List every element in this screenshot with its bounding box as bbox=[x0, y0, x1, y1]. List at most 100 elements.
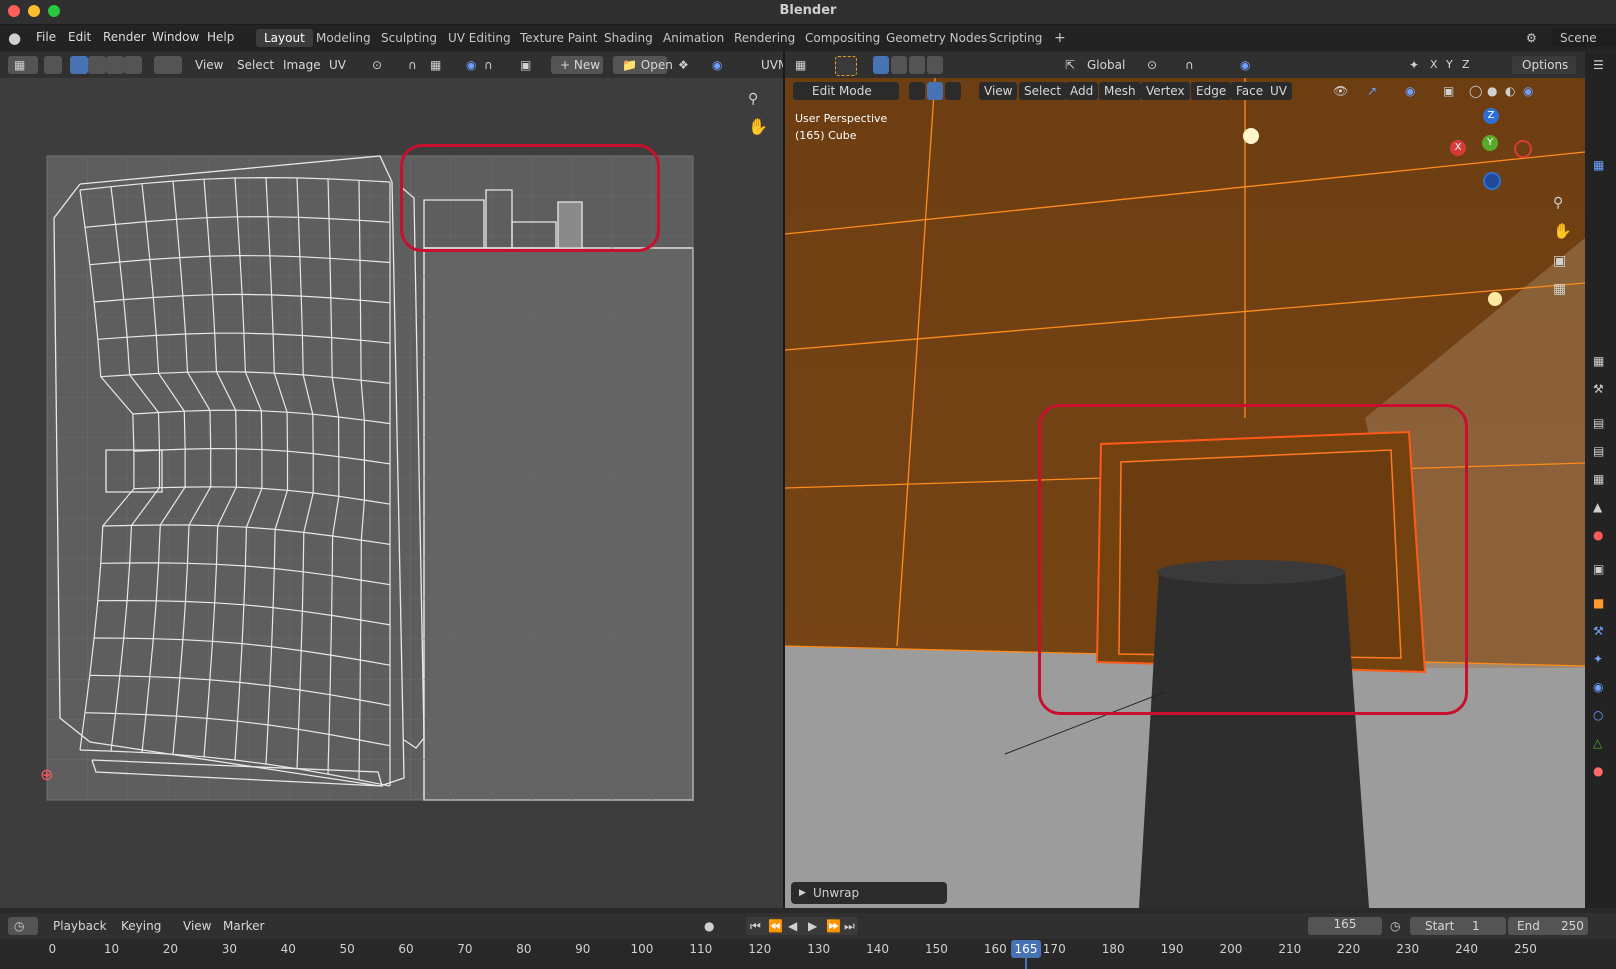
tab-scripting[interactable]: Scripting bbox=[981, 29, 1050, 47]
pan-view-icon[interactable]: ✋ bbox=[1553, 222, 1572, 240]
menu-window[interactable]: Window bbox=[152, 30, 199, 44]
vp-menu-edge[interactable]: Edge bbox=[1191, 82, 1232, 100]
auto-keying-icon[interactable]: ● bbox=[704, 917, 714, 935]
playhead-frame-indicator[interactable]: 165 bbox=[1011, 940, 1041, 958]
camera-view-icon[interactable]: ▣ bbox=[1553, 252, 1566, 270]
object-tab-icon[interactable]: ■ bbox=[1593, 594, 1604, 612]
uv-menu-view[interactable]: View bbox=[190, 56, 228, 74]
particles-tab-icon[interactable]: ✦ bbox=[1593, 650, 1603, 668]
select-mode-new[interactable] bbox=[873, 56, 889, 74]
falloff-icon[interactable]: ∩ bbox=[484, 56, 493, 74]
add-workspace-button[interactable]: + bbox=[1046, 29, 1074, 47]
pan-hand-icon[interactable]: ✋ bbox=[748, 118, 768, 136]
scene-tab-icon[interactable]: ▲ bbox=[1593, 498, 1602, 516]
preview-range-icon[interactable]: ◷ bbox=[1390, 917, 1400, 935]
outliner-filter-icon[interactable]: ▦ bbox=[1593, 156, 1604, 174]
orientation-dropdown[interactable]: Global bbox=[1082, 56, 1130, 74]
vp-menu-vertex[interactable]: Vertex bbox=[1141, 82, 1190, 100]
prev-keyframe-icon[interactable]: ⏪ bbox=[768, 917, 783, 935]
uv-menu-select[interactable]: Select bbox=[232, 56, 279, 74]
timeline-menu-playback[interactable]: Playback bbox=[48, 917, 112, 935]
viewport-type-icon[interactable]: ▦ bbox=[795, 56, 806, 74]
mirror-x-toggle[interactable]: X bbox=[1425, 56, 1443, 74]
vertex-mode-button[interactable] bbox=[909, 82, 925, 100]
panel-expand-icon[interactable]: ▶ bbox=[799, 884, 806, 902]
overlay-toggle-icon[interactable]: ◉ bbox=[1405, 82, 1415, 100]
tab-uv-editing[interactable]: UV Editing bbox=[440, 29, 519, 47]
xray-icon[interactable]: ▣ bbox=[1443, 82, 1454, 100]
next-keyframe-icon[interactable]: ⏩ bbox=[826, 917, 841, 935]
vertex-select-mode[interactable] bbox=[70, 56, 88, 74]
select-mode-extend[interactable] bbox=[891, 56, 907, 74]
properties-editor-icon[interactable]: ▦ bbox=[1593, 352, 1604, 370]
blender-logo-icon[interactable]: ● bbox=[8, 29, 21, 47]
timeline-menu-marker[interactable]: Marker bbox=[218, 917, 269, 935]
neg-x-axis-handle[interactable] bbox=[1514, 140, 1532, 158]
zoom-icon[interactable]: ⚲ bbox=[748, 90, 758, 108]
menu-help[interactable]: Help bbox=[207, 30, 234, 44]
current-frame-field[interactable]: 165 bbox=[1308, 917, 1382, 935]
wireframe-shading-icon[interactable]: ◯ bbox=[1469, 82, 1482, 100]
modifier-tab-icon[interactable]: ⚒ bbox=[1593, 622, 1604, 640]
snap-toggle-icon[interactable]: ∩ bbox=[1185, 56, 1194, 74]
view-layer-tab-icon[interactable]: ▦ bbox=[1593, 470, 1604, 488]
scene-selector-icon[interactable]: ⚙ bbox=[1526, 29, 1537, 47]
y-axis-handle[interactable]: Y bbox=[1482, 135, 1498, 151]
tab-geometry-nodes[interactable]: Geometry Nodes bbox=[878, 29, 995, 47]
snap-target-icon[interactable]: ▦ bbox=[430, 56, 441, 74]
material-shading-icon[interactable]: ◐ bbox=[1505, 82, 1515, 100]
select-mode-invert[interactable] bbox=[927, 56, 943, 74]
3d-viewport[interactable]: Edit Mode View Select Add Mesh Vertex Ed… bbox=[785, 78, 1585, 908]
play-reverse-icon[interactable]: ◀ bbox=[788, 917, 797, 935]
vp-menu-uv[interactable]: UV bbox=[1265, 82, 1292, 100]
edge-mode-button[interactable] bbox=[927, 82, 943, 100]
pin-icon[interactable]: ❖ bbox=[678, 56, 689, 74]
data-tab-icon[interactable]: △ bbox=[1593, 734, 1602, 752]
uv-menu-image[interactable]: Image bbox=[278, 56, 326, 74]
pivot-point-icon[interactable]: ⊙ bbox=[372, 56, 382, 74]
x-axis-handle[interactable]: X bbox=[1450, 140, 1466, 156]
z-axis-handle[interactable]: Z bbox=[1483, 108, 1499, 124]
collection-tab-icon[interactable]: ▣ bbox=[1593, 560, 1604, 578]
render-tab-icon[interactable]: ▤ bbox=[1593, 414, 1604, 432]
timeline-ruler[interactable]: 0 10 20 30 40 50 60 70 80 90 100 110 120 130 140 150 160… bbox=[0, 939, 1616, 969]
select-mode-subtract[interactable] bbox=[909, 56, 925, 74]
world-tab-icon[interactable]: ● bbox=[1593, 526, 1603, 544]
proportional-edit-icon[interactable]: ◉ bbox=[1240, 56, 1250, 74]
material-tab-icon[interactable]: ● bbox=[1593, 762, 1603, 780]
tab-rendering[interactable]: Rendering bbox=[726, 29, 803, 47]
proportional-editing-icon[interactable]: ◉ bbox=[466, 56, 476, 74]
timeline-menu-view[interactable]: View bbox=[178, 917, 216, 935]
tab-modeling[interactable]: Modeling bbox=[308, 29, 379, 47]
constraints-tab-icon[interactable]: ○ bbox=[1593, 706, 1603, 724]
tab-compositing[interactable]: Compositing bbox=[797, 29, 888, 47]
vp-menu-select[interactable]: Select bbox=[1019, 82, 1067, 100]
scene-name-field[interactable]: Scene bbox=[1552, 29, 1616, 47]
tab-layout[interactable]: Layout bbox=[256, 29, 313, 47]
toolbar-gizmo-icon[interactable]: ✦ bbox=[1409, 56, 1419, 74]
rendered-shading-icon[interactable]: ◉ bbox=[1523, 82, 1533, 100]
pivot-icon[interactable]: ⊙ bbox=[1147, 56, 1157, 74]
timeline-menu-keying[interactable]: Keying bbox=[116, 917, 166, 935]
2d-cursor-icon[interactable]: ⊕ bbox=[40, 766, 53, 784]
outliner-icon[interactable]: ☰ bbox=[1593, 56, 1604, 74]
tab-sculpting[interactable]: Sculpting bbox=[373, 29, 445, 47]
visibility-icon[interactable]: 👁 bbox=[1333, 82, 1348, 100]
image-browse-icon[interactable]: ▣ bbox=[520, 56, 531, 74]
tool-tab-icon[interactable]: ⚒ bbox=[1593, 380, 1604, 398]
sticky-selection-dropdown[interactable] bbox=[154, 56, 182, 74]
menu-edit[interactable]: Edit bbox=[68, 30, 91, 44]
jump-end-icon[interactable]: ⏭ bbox=[844, 917, 855, 935]
menu-file[interactable]: File bbox=[36, 30, 56, 44]
vp-menu-view[interactable]: View bbox=[979, 82, 1018, 100]
play-icon[interactable]: ▶ bbox=[808, 917, 817, 935]
uv-editor-canvas[interactable]: ⚲ ✋ ⊕ bbox=[0, 78, 783, 908]
vp-menu-mesh[interactable]: Mesh bbox=[1099, 82, 1141, 100]
menu-render[interactable]: Render bbox=[103, 30, 146, 44]
mirror-y-toggle[interactable]: Y bbox=[1441, 56, 1458, 74]
ortho-toggle-icon[interactable]: ▦ bbox=[1553, 280, 1566, 298]
select-box-tool[interactable] bbox=[835, 56, 857, 76]
island-select-mode[interactable] bbox=[124, 56, 142, 74]
tab-animation[interactable]: Animation bbox=[655, 29, 732, 47]
navigation-gizmo[interactable]: Z X Y bbox=[1450, 108, 1532, 190]
